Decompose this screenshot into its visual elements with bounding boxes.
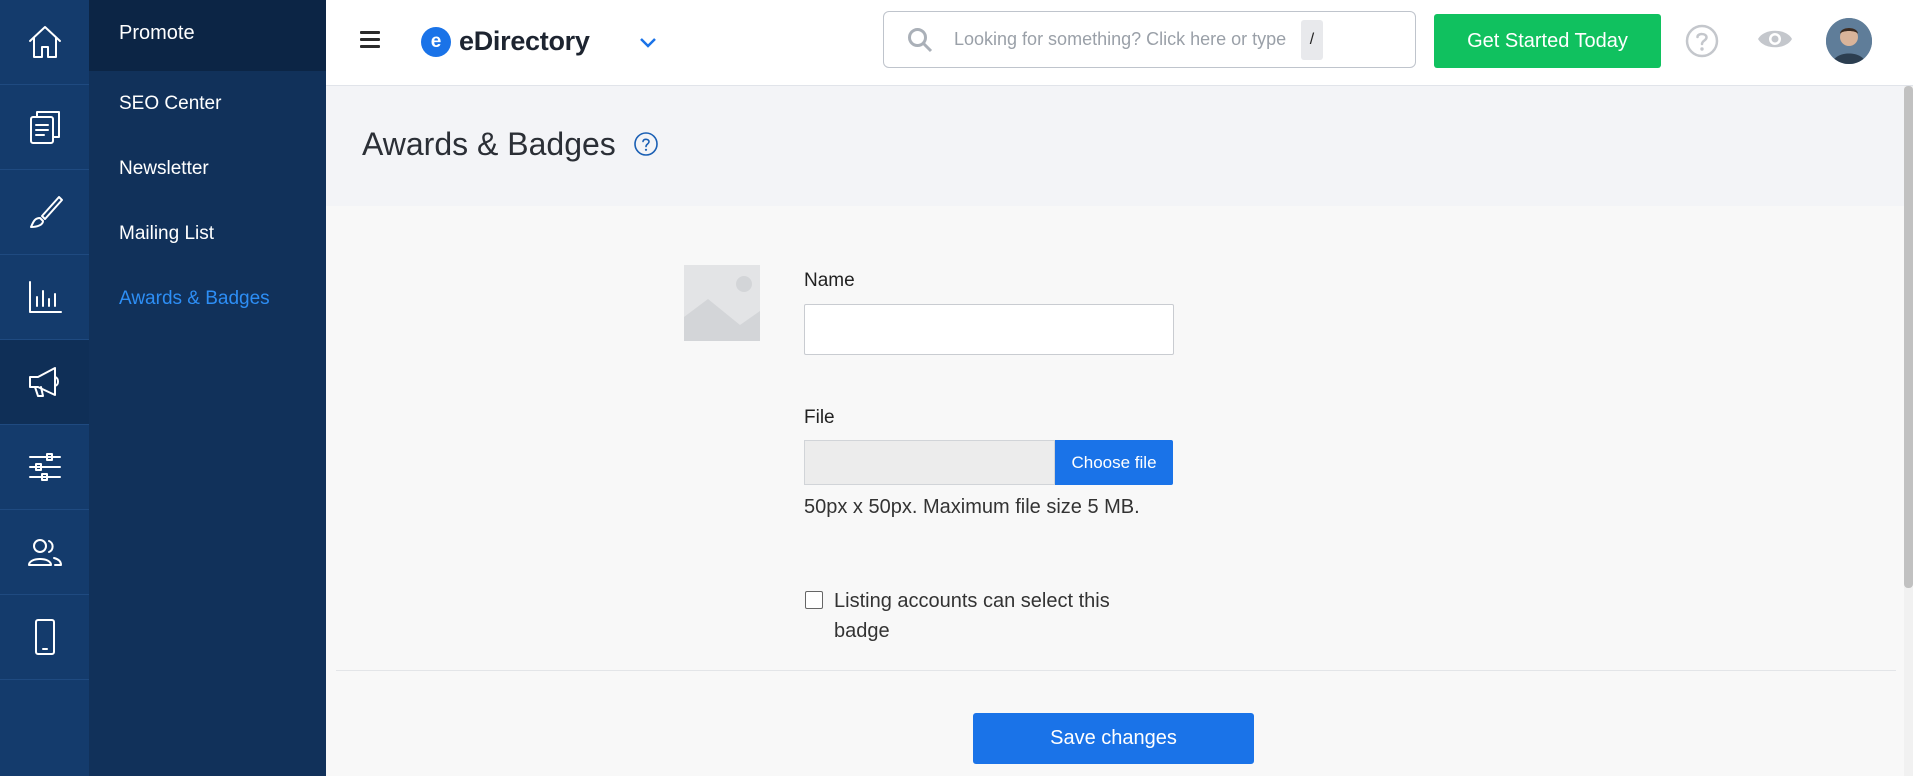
search-box[interactable]: / bbox=[883, 11, 1416, 68]
get-started-button[interactable]: Get Started Today bbox=[1434, 14, 1661, 68]
rail-item-promote[interactable] bbox=[0, 340, 89, 425]
megaphone-icon bbox=[28, 367, 59, 397]
image-placeholder-icon bbox=[684, 265, 760, 341]
file-size-hint: 50px x 50px. Maximum file size 5 MB. bbox=[804, 496, 1140, 518]
chart-icon bbox=[28, 281, 62, 313]
search-icon bbox=[906, 26, 934, 54]
badge-form: Name File Choose file 50px x 50px. Maxim… bbox=[326, 206, 1904, 776]
app: Promote SEO Center Newsletter Mailing Li… bbox=[0, 0, 1913, 776]
page-header: Awards & Badges bbox=[326, 86, 1904, 206]
topbar: e eDirectory / Get Started Today bbox=[326, 0, 1913, 86]
save-changes-button[interactable]: Save changes bbox=[973, 713, 1254, 764]
home-icon bbox=[28, 26, 61, 58]
promote-submenu: Promote SEO Center Newsletter Mailing Li… bbox=[89, 0, 326, 776]
rail-item-settings[interactable] bbox=[0, 425, 89, 510]
submenu-title: Promote bbox=[89, 0, 326, 71]
scrollbar-thumb[interactable] bbox=[1904, 86, 1913, 588]
listing-select-label: Listing accounts can select this badge bbox=[834, 590, 1110, 642]
search-shortcut-key: / bbox=[1301, 19, 1323, 60]
search-input[interactable] bbox=[954, 29, 1294, 50]
users-icon bbox=[27, 539, 62, 566]
brand-logo[interactable]: e eDirectory bbox=[421, 26, 590, 57]
submenu-item-newsletter[interactable]: Newsletter bbox=[89, 136, 326, 201]
page-title: Awards & Badges bbox=[362, 126, 616, 162]
pages-icon bbox=[29, 111, 60, 144]
name-label: Name bbox=[804, 270, 855, 291]
rail-item-design[interactable] bbox=[0, 170, 89, 255]
submenu-item-mailing-list[interactable]: Mailing List bbox=[89, 201, 326, 266]
brush-icon bbox=[29, 196, 63, 228]
menu-toggle-icon[interactable] bbox=[360, 31, 380, 49]
chevron-down-icon[interactable] bbox=[636, 30, 660, 54]
listing-select-checkbox[interactable] bbox=[805, 591, 823, 609]
preview-eye-icon[interactable] bbox=[1756, 24, 1794, 54]
user-avatar[interactable] bbox=[1826, 18, 1872, 64]
mobile-icon bbox=[34, 619, 55, 655]
submenu-item-awards-badges[interactable]: Awards & Badges bbox=[89, 266, 326, 331]
rail-item-pages[interactable] bbox=[0, 85, 89, 170]
icon-rail bbox=[0, 0, 89, 776]
rail-item-home[interactable] bbox=[0, 0, 89, 85]
sliders-icon bbox=[28, 453, 61, 481]
file-name-display[interactable] bbox=[804, 440, 1055, 485]
brand-name: eDirectory bbox=[459, 26, 590, 56]
help-icon[interactable] bbox=[1685, 24, 1719, 58]
file-label: File bbox=[804, 407, 835, 428]
question-icon[interactable] bbox=[633, 131, 659, 157]
rail-item-reports[interactable] bbox=[0, 255, 89, 340]
rail-item-mobile[interactable] bbox=[0, 595, 89, 680]
submenu-item-seo-center[interactable]: SEO Center bbox=[89, 71, 326, 136]
choose-file-button[interactable]: Choose file bbox=[1055, 440, 1173, 485]
form-divider bbox=[336, 670, 1896, 671]
brand-badge: e bbox=[421, 26, 451, 57]
name-input[interactable] bbox=[804, 304, 1174, 355]
rail-item-users[interactable] bbox=[0, 510, 89, 595]
